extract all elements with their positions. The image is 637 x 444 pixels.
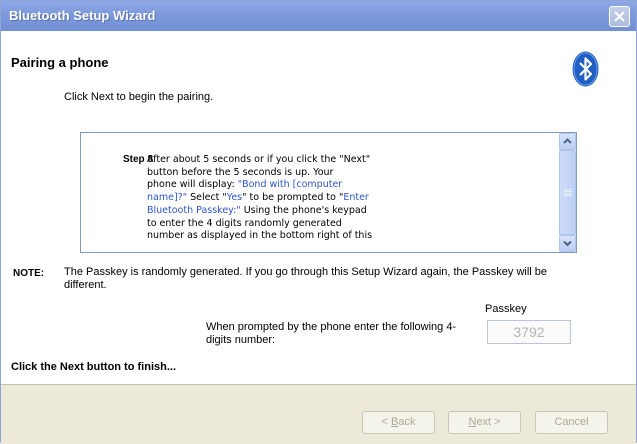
title-bar[interactable]: Bluetooth Setup Wizard [1, 1, 636, 31]
scroll-down-button[interactable] [559, 235, 576, 252]
step-text-fragment: phone will display: [147, 179, 238, 191]
note-label: NOTE: [13, 268, 45, 279]
thumb-grip [564, 191, 572, 192]
page-title: Pairing a phone [11, 55, 109, 70]
step-line: to enter the 4 digits randomly generated [147, 217, 342, 229]
scroll-up-button[interactable] [559, 133, 576, 150]
step-text-highlight: name]?" [147, 192, 188, 204]
vertical-scrollbar[interactable] [559, 133, 576, 252]
button-label: < [381, 416, 391, 428]
step-text-highlight: "Bond with [computer [237, 179, 343, 191]
thumb-grip [564, 189, 572, 190]
step-line: After about 5 seconds or if you click th… [147, 154, 371, 165]
page-subtitle: Click Next to begin the pairing. [64, 91, 214, 103]
passkey-prompt: When prompted by the phone enter the fol… [206, 321, 457, 346]
step-line: phone will display: "Bond with [computer [147, 179, 407, 192]
passkey-field: 3792 [487, 320, 571, 344]
button-label: ext > [476, 416, 501, 428]
back-button[interactable]: < Back [362, 411, 435, 434]
step-instructions-box[interactable]: Step 8 After about 5 seconds or if you c… [80, 132, 577, 253]
chevron-down-icon [563, 240, 572, 247]
next-button[interactable]: Next > [448, 411, 521, 434]
scroll-thumb[interactable] [559, 150, 576, 235]
step-text-highlight: Bluetooth Passkey:" [147, 204, 241, 216]
chevron-up-icon [563, 138, 572, 144]
step-text-highlight: Yes [226, 192, 243, 204]
step-line: Bluetooth Passkey:" Using the phone's ke… [147, 205, 407, 218]
step-text-fragment: Using the phone's keypad [240, 204, 367, 216]
step-text-highlight: Enter [343, 192, 369, 204]
thumb-grip [564, 193, 572, 194]
button-label: Cancel [554, 416, 589, 428]
step-line: number as displayed in the bottom right … [147, 230, 373, 242]
thumb-grip [564, 195, 572, 196]
step-text-fragment: Select " [187, 192, 227, 204]
button-label: ack [398, 416, 416, 428]
cancel-button[interactable]: Cancel [535, 411, 608, 434]
wizard-window: Bluetooth Setup Wizard Pairing a phone C… [0, 0, 637, 444]
step-line: name]?" Select "Yes" to be prompted to "… [147, 192, 407, 205]
step-instructions-text: After about 5 seconds or if you click th… [147, 154, 407, 243]
finish-instruction: Click the Next button to finish... [11, 361, 176, 373]
close-icon [614, 11, 625, 22]
step-text-fragment: " to be prompted to " [242, 192, 344, 204]
step-line: button before the 5 seconds is up. Your [147, 166, 334, 178]
bluetooth-icon [572, 51, 599, 87]
close-button[interactable] [609, 6, 630, 27]
window-title: Bluetooth Setup Wizard [9, 8, 156, 23]
passkey-label: Passkey [485, 303, 527, 315]
note-text: The Passkey is randomly generated. If yo… [64, 266, 548, 291]
